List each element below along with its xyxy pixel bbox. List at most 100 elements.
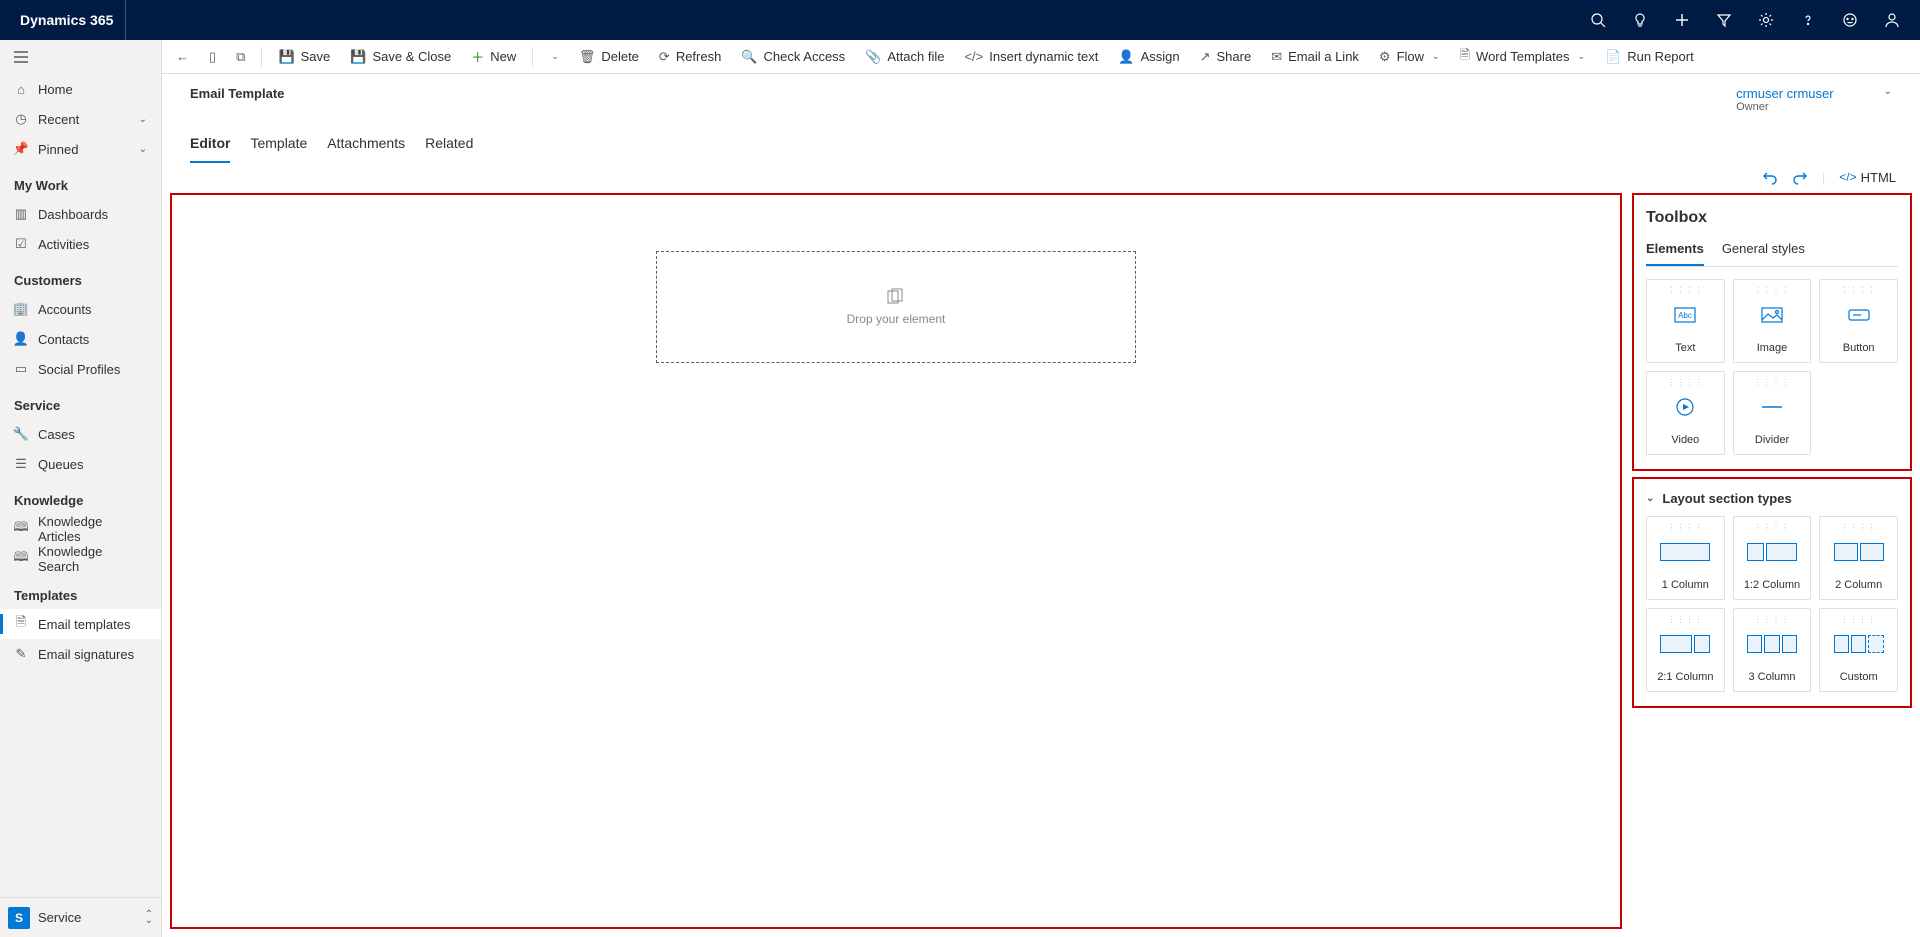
- save-label: Save: [301, 49, 331, 64]
- wrench-icon: 🔧: [14, 426, 28, 442]
- card-icon: ▭: [14, 361, 28, 377]
- check-access-label: Check Access: [764, 49, 846, 64]
- layout-12col[interactable]: ⋮⋮⋮⋮ 1:2 Column: [1733, 516, 1812, 600]
- new-button[interactable]: ＋New: [461, 40, 526, 73]
- owner-field-label: Owner: [1736, 101, 1834, 113]
- nav-email-templates[interactable]: 🗎Email templates: [0, 609, 161, 639]
- back-button[interactable]: ←: [166, 40, 199, 73]
- refresh-button[interactable]: ⟳Refresh: [649, 40, 731, 73]
- image-icon: [1761, 301, 1783, 329]
- layout-1col-preview: [1660, 543, 1710, 561]
- person-icon: 👤: [14, 331, 28, 347]
- redo-button[interactable]: [1792, 169, 1808, 185]
- nav-knowledge-articles[interactable]: 🕮Knowledge Articles: [0, 514, 161, 544]
- nav-pinned[interactable]: 📌Pinned⌄: [0, 134, 161, 164]
- nav-group-mywork: My Work: [0, 164, 161, 199]
- tab-editor[interactable]: Editor: [190, 129, 230, 163]
- element-image-label: Image: [1757, 342, 1788, 354]
- delete-button[interactable]: 🗑Delete: [569, 40, 649, 73]
- undo-button[interactable]: [1762, 169, 1778, 185]
- building-icon: 🏢: [14, 301, 28, 317]
- nav-queues-label: Queues: [38, 457, 84, 472]
- layout-3col[interactable]: ⋮⋮⋮⋮ 3 Column: [1733, 608, 1812, 692]
- share-button[interactable]: ↗Share: [1190, 40, 1262, 73]
- tab-attachments[interactable]: Attachments: [327, 129, 405, 163]
- attach-file-button[interactable]: 📎Attach file: [855, 40, 954, 73]
- tab-template[interactable]: Template: [250, 129, 307, 163]
- toolbox-tab-elements[interactable]: Elements: [1646, 237, 1704, 266]
- chevron-down-icon: ⌄: [139, 114, 147, 125]
- lightbulb-icon[interactable]: [1620, 0, 1660, 40]
- layout-section-panel: ⌄ Layout section types ⋮⋮⋮⋮ 1 Column ⋮⋮⋮…: [1632, 477, 1912, 708]
- paperclip-icon: 📎: [865, 49, 881, 65]
- nav-contacts[interactable]: 👤Contacts: [0, 324, 161, 354]
- nav-knowledge-search[interactable]: 🕮Knowledge Search: [0, 544, 161, 574]
- toolbox-tab-styles[interactable]: General styles: [1722, 237, 1805, 266]
- layout-header-toggle[interactable]: ⌄ Layout section types: [1646, 491, 1898, 506]
- layout-2col[interactable]: ⋮⋮⋮⋮ 2 Column: [1819, 516, 1898, 600]
- element-button[interactable]: ⋮⋮⋮⋮ Button: [1819, 279, 1898, 363]
- help-icon[interactable]: [1788, 0, 1828, 40]
- layout-1col[interactable]: ⋮⋮⋮⋮ 1 Column: [1646, 516, 1725, 600]
- nav-social-profiles[interactable]: ▭ Social Profiles: [0, 354, 161, 384]
- flow-button[interactable]: ⚙Flow⌄: [1369, 40, 1450, 73]
- grip-icon: ⋮⋮⋮⋮: [1754, 378, 1790, 387]
- nav-accounts[interactable]: 🏢Accounts: [0, 294, 161, 324]
- add-icon[interactable]: [1662, 0, 1702, 40]
- check-access-button[interactable]: 🔍Check Access: [731, 40, 855, 73]
- nav-cases-label: Cases: [38, 427, 75, 442]
- nav-dashboards[interactable]: ▥Dashboards: [0, 199, 161, 229]
- layout-21col[interactable]: ⋮⋮⋮⋮ 2:1 Column: [1646, 608, 1725, 692]
- search-icon[interactable]: [1578, 0, 1618, 40]
- save-button[interactable]: 💾Save: [268, 40, 340, 73]
- design-canvas[interactable]: Drop your element: [170, 193, 1622, 929]
- element-divider[interactable]: ⋮⋮⋮⋮ Divider: [1733, 371, 1812, 455]
- page-header: Email Template crmuser crmuser Owner ⌄ E…: [162, 74, 1920, 163]
- grip-icon: ⋮⋮⋮⋮: [1667, 523, 1703, 532]
- nav-toggle-button[interactable]: [0, 40, 161, 74]
- assign-icon: 👤: [1118, 49, 1134, 65]
- panel-toggle-button[interactable]: ▯: [199, 40, 226, 73]
- feedback-icon[interactable]: [1830, 0, 1870, 40]
- email-link-button[interactable]: ✉Email a Link: [1261, 40, 1369, 73]
- assign-button[interactable]: 👤 Assign: [1108, 40, 1189, 73]
- nav-queues[interactable]: ☰Queues: [0, 449, 161, 479]
- nav-email-signatures[interactable]: ✎Email signatures: [0, 639, 161, 669]
- account-icon[interactable]: [1872, 0, 1912, 40]
- code-icon: </>: [964, 49, 983, 64]
- panel-icon: ▯: [209, 49, 216, 65]
- element-video[interactable]: ⋮⋮⋮⋮ Video: [1646, 371, 1725, 455]
- assign-label: Assign: [1141, 49, 1180, 64]
- global-header-actions: [1578, 0, 1912, 40]
- filter-icon[interactable]: [1704, 0, 1744, 40]
- element-text[interactable]: ⋮⋮⋮⋮ Abc Text: [1646, 279, 1725, 363]
- insert-dynamic-text-button[interactable]: </> Insert dynamic text: [954, 40, 1108, 73]
- open-new-window-button[interactable]: ⧉: [226, 40, 255, 73]
- html-view-button[interactable]: </>HTML: [1839, 170, 1896, 185]
- header-expand-button[interactable]: ⌄: [1884, 86, 1892, 97]
- nav-activities[interactable]: ☑Activities: [0, 229, 161, 259]
- nav-pinned-label: Pinned: [38, 142, 78, 157]
- drop-zone[interactable]: Drop your element: [656, 251, 1136, 363]
- idt-label: Insert dynamic text: [989, 49, 1098, 64]
- save-close-button[interactable]: 💾Save & Close: [340, 40, 461, 73]
- plus-icon: ＋: [471, 47, 484, 66]
- word-templates-button[interactable]: 🗎Word Templates⌄: [1450, 40, 1595, 73]
- new-dropdown-button[interactable]: ⌄: [539, 40, 569, 73]
- nav-home[interactable]: ⌂Home: [0, 74, 161, 104]
- owner-link[interactable]: crmuser crmuser: [1736, 86, 1834, 101]
- layout-3col-label: 3 Column: [1748, 671, 1795, 683]
- nav-cases[interactable]: 🔧 Cases: [0, 419, 161, 449]
- command-bar: ← ▯ ⧉ 💾Save 💾Save & Close ＋New ⌄ 🗑Delete…: [162, 40, 1920, 74]
- tab-related[interactable]: Related: [425, 129, 473, 163]
- text-icon: Abc: [1674, 301, 1696, 329]
- nav-social-label: Social Profiles: [38, 362, 120, 377]
- divider-icon: [1761, 393, 1783, 421]
- layout-custom[interactable]: ⋮⋮⋮⋮ Custom: [1819, 608, 1898, 692]
- gear-icon[interactable]: [1746, 0, 1786, 40]
- element-image[interactable]: ⋮⋮⋮⋮ Image: [1733, 279, 1812, 363]
- run-report-button[interactable]: 📄Run Report: [1595, 40, 1704, 73]
- toolbox-title: Toolbox: [1646, 209, 1898, 227]
- nav-recent[interactable]: ◷Recent⌄: [0, 104, 161, 134]
- app-switcher[interactable]: S Service ⌃⌄: [0, 897, 161, 937]
